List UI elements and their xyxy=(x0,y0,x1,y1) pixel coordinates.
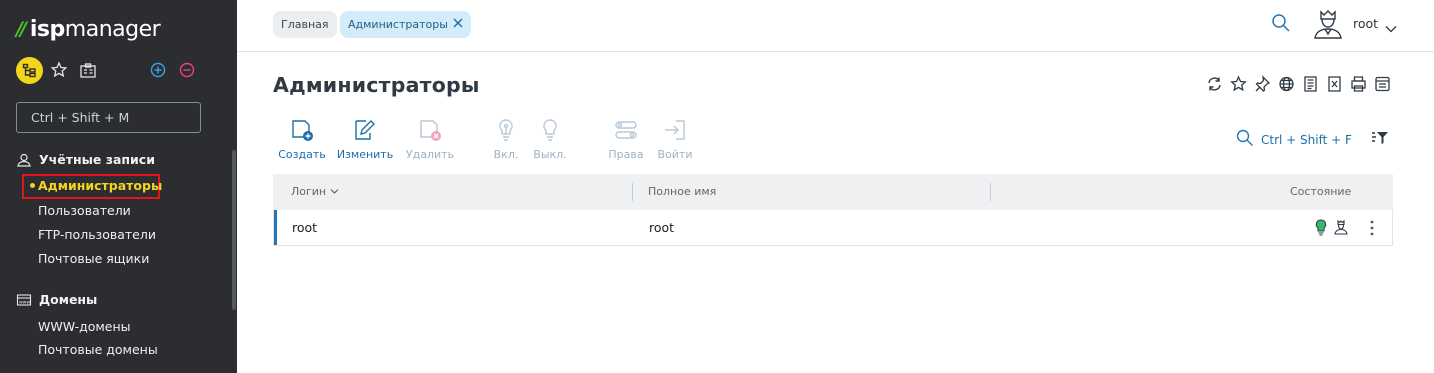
column-full-name[interactable]: Полное имя xyxy=(648,174,716,210)
sidebar-group-accounts[interactable]: Учётные записи xyxy=(16,150,155,168)
sidebar-item-mail-domains[interactable]: Почтовые домены xyxy=(38,341,158,359)
tab-administrators[interactable]: Администраторы xyxy=(340,11,471,38)
sort-chevron-icon xyxy=(330,189,339,194)
disable-label: Выкл. xyxy=(533,148,567,161)
create-icon xyxy=(289,117,315,143)
logo-manager-text: manager xyxy=(64,16,161,42)
sidebar-group-label: Домены xyxy=(39,291,98,307)
chevron-down-icon[interactable] xyxy=(1385,19,1397,33)
delete-button[interactable]: Удалить xyxy=(405,117,455,161)
delete-label: Удалить xyxy=(405,148,455,161)
page-title: Администраторы xyxy=(273,73,480,97)
sidebar-item-www-domains[interactable]: WWW-домены xyxy=(38,318,131,336)
clipboard-icon[interactable] xyxy=(78,61,98,81)
favorites-star-icon[interactable] xyxy=(50,61,68,79)
sidebar-item-mailboxes[interactable]: Почтовые ящики xyxy=(38,250,149,268)
column-divider[interactable] xyxy=(632,183,633,201)
menu-search-input[interactable]: Ctrl + Shift + M xyxy=(16,102,201,133)
sidebar-item-administrators[interactable]: Администраторы xyxy=(38,177,162,195)
delete-icon xyxy=(417,117,443,143)
edit-label: Изменить xyxy=(336,148,394,161)
close-icon[interactable] xyxy=(453,11,463,38)
cell-full-name: root xyxy=(649,220,675,235)
column-login[interactable]: Логин xyxy=(291,174,339,210)
svg-text:www: www xyxy=(19,301,30,306)
star-icon[interactable] xyxy=(1230,75,1247,93)
logo-mark-icon: // xyxy=(16,18,27,40)
table-search-button[interactable]: Ctrl + Shift + F xyxy=(1236,129,1352,150)
settings-table-icon[interactable] xyxy=(1374,75,1391,93)
enable-button[interactable]: Вкл. xyxy=(481,117,531,161)
pin-icon[interactable] xyxy=(1254,75,1271,93)
row-menu-icon[interactable] xyxy=(1368,219,1376,237)
column-login-label: Логин xyxy=(291,185,327,198)
page-actions xyxy=(1206,75,1391,93)
globe-icon[interactable] xyxy=(1278,75,1295,93)
create-button[interactable]: Создать xyxy=(277,117,327,161)
column-divider[interactable] xyxy=(990,183,991,201)
sidebar-item-users[interactable]: Пользователи xyxy=(38,202,131,220)
filter-icon[interactable] xyxy=(1371,130,1389,146)
edit-button[interactable]: Изменить xyxy=(336,117,394,161)
logo-isp-text: isp xyxy=(29,16,65,42)
rights-label: Права xyxy=(608,148,644,161)
login-as-button[interactable]: Войти xyxy=(650,117,700,161)
user-name[interactable]: root xyxy=(1353,16,1378,31)
document-icon[interactable] xyxy=(1302,75,1319,93)
search-icon[interactable] xyxy=(1271,13,1291,33)
disable-button[interactable]: Выкл. xyxy=(525,117,575,161)
sidebar-group-domains[interactable]: www Домены xyxy=(16,290,97,308)
enable-label: Вкл. xyxy=(493,148,519,161)
logo[interactable]: // isp manager xyxy=(16,16,161,42)
sidebar-item-ftp-users[interactable]: FTP-пользователи xyxy=(38,226,156,244)
user-avatar-icon[interactable] xyxy=(1312,8,1344,40)
menu-tree-icon[interactable] xyxy=(16,57,43,84)
sidebar-scrollbar[interactable] xyxy=(232,150,236,310)
column-state[interactable]: Состояние xyxy=(1290,174,1351,210)
cell-state xyxy=(1314,219,1348,236)
login-icon xyxy=(662,117,688,143)
collapse-all-minus-icon[interactable] xyxy=(179,62,195,78)
rights-toggle-icon xyxy=(613,117,639,143)
active-item-dot xyxy=(30,183,35,188)
admin-user-icon xyxy=(1334,219,1348,236)
print-icon[interactable] xyxy=(1350,75,1367,93)
rights-button[interactable]: Права xyxy=(601,117,651,161)
edit-icon xyxy=(352,117,378,143)
sidebar-group-label: Учётные записи xyxy=(39,151,155,167)
search-shortcut-label: Ctrl + Shift + F xyxy=(1261,132,1352,147)
sidebar: // isp manager Ctrl + Shift + M Учётные … xyxy=(0,0,237,373)
expand-all-plus-icon[interactable] xyxy=(150,62,166,78)
excel-icon[interactable] xyxy=(1326,75,1343,93)
tab-home[interactable]: Главная xyxy=(273,11,337,38)
table-row[interactable]: root root xyxy=(273,210,1393,246)
lightbulb-on-icon xyxy=(493,117,519,143)
cell-login: root xyxy=(292,220,318,235)
login-label: Войти xyxy=(657,148,693,161)
lightbulb-off-icon xyxy=(537,117,563,143)
enabled-lightbulb-icon xyxy=(1314,219,1328,236)
refresh-icon[interactable] xyxy=(1206,75,1223,93)
administrators-table: Логин Полное имя Состояние root root xyxy=(273,174,1393,246)
row-selected-indicator xyxy=(274,210,277,245)
top-bar: Главная Администраторы root xyxy=(237,0,1434,52)
sidebar-tools xyxy=(16,57,206,85)
domains-icon: www xyxy=(16,292,32,306)
create-label: Создать xyxy=(278,148,326,161)
user-accounts-icon xyxy=(16,152,32,167)
tab-label: Администраторы xyxy=(348,18,448,31)
table-header: Логин Полное имя Состояние xyxy=(273,174,1393,210)
search-icon xyxy=(1236,129,1254,150)
